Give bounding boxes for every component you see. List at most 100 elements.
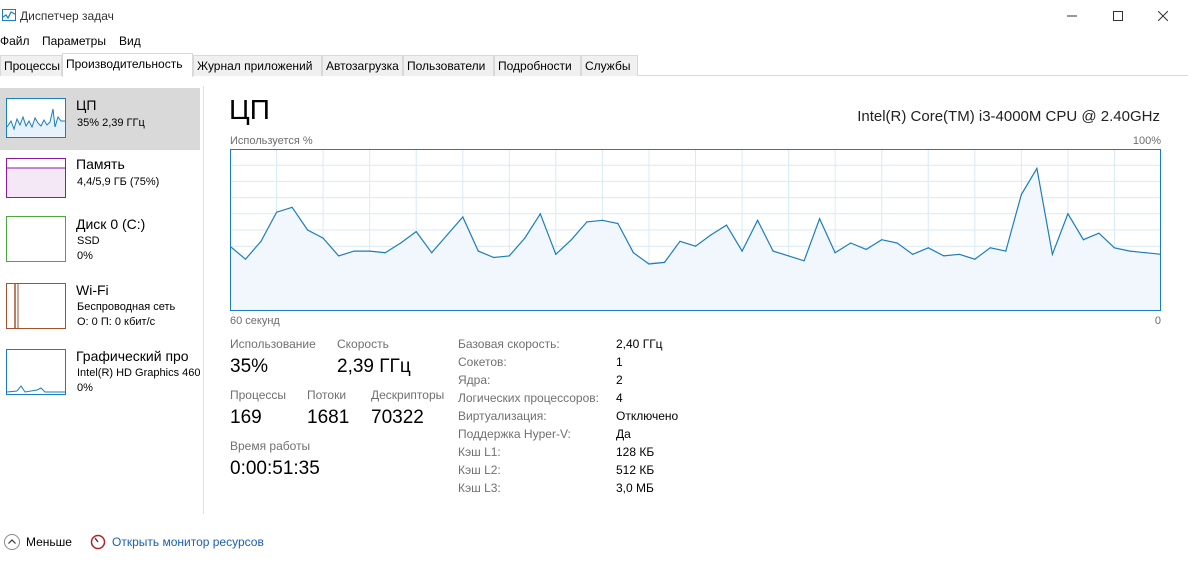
memory-thumbnail-graph — [6, 158, 66, 198]
cpu-usage-point — [338, 255, 340, 257]
chart-x-label: 60 секунд — [230, 315, 280, 327]
processes-value: 169 — [230, 407, 262, 428]
spec-label-sockets: Сокетов: — [458, 355, 507, 369]
cpu-usage-point — [1144, 252, 1147, 254]
tab-processes[interactable]: Процессы — [0, 55, 62, 76]
gpu-thumbnail-graph — [6, 349, 66, 395]
cpu-usage-point — [508, 255, 510, 257]
cpu-usage-point — [881, 239, 883, 241]
cpu-usage-point — [493, 256, 495, 259]
sidebar-item-gpu[interactable]: Графический про Intel(R) HD Graphics 460… — [0, 344, 203, 406]
cpu-usage-point — [679, 240, 681, 242]
sidebar-gpu-usage: 0% — [77, 382, 93, 394]
spec-label-l2-cache: Кэш L2: — [458, 463, 501, 477]
disk-thumbnail-graph — [6, 216, 66, 262]
fewer-details-button[interactable]: Меньше — [26, 535, 72, 549]
usage-label: Использование — [230, 337, 316, 351]
sidebar-item-disk[interactable]: Диск 0 (C:) SSD 0% — [0, 208, 203, 270]
cpu-usage-point — [1051, 253, 1053, 255]
tab-services[interactable]: Службы — [581, 55, 638, 76]
close-icon — [1158, 11, 1168, 21]
cpu-usage-point — [431, 252, 433, 254]
sidebar-item-memory[interactable]: Память 4,4/5,9 ГБ (75%) — [0, 148, 203, 210]
cpu-thumbnail-graph — [6, 98, 66, 138]
cpu-usage-point — [694, 245, 697, 247]
cpu-usage-point — [927, 247, 929, 249]
cpu-usage-point — [958, 253, 960, 255]
spec-label-l1-cache: Кэш L1: — [458, 445, 501, 459]
cpu-usage-point — [1036, 167, 1038, 169]
cpu-usage-point — [663, 261, 666, 263]
tab-bar: Процессы Производительность Журнал прило… — [0, 53, 1188, 77]
cpu-usage-point — [276, 211, 278, 213]
cpu-usage-point — [617, 222, 619, 225]
maximize-button[interactable] — [1095, 0, 1141, 32]
menu-file[interactable]: Файл — [0, 34, 30, 48]
cpu-usage-point — [648, 263, 650, 265]
threads-label: Потоки — [307, 388, 347, 402]
handles-value: 70322 — [371, 407, 424, 428]
sidebar-item-wifi[interactable]: Wi-Fi Беспроводная сеть О: 0 П: 0 кбит/с — [0, 278, 203, 340]
chevron-up-icon[interactable] — [4, 534, 20, 553]
cpu-usage-point — [788, 255, 790, 257]
cpu-usage-point — [865, 248, 867, 250]
cpu-usage-point — [710, 234, 712, 236]
sidebar-wifi-name: Wi-Fi — [76, 282, 109, 298]
cpu-usage-point — [462, 216, 464, 218]
sidebar-wifi-throughput: О: 0 П: 0 кбит/с — [77, 316, 156, 328]
cpu-usage-point — [1020, 193, 1023, 195]
spec-label-l3-cache: Кэш L3: — [458, 481, 501, 495]
handles-label: Дескрипторы — [371, 388, 445, 402]
cpu-usage-point — [1129, 250, 1131, 252]
cpu-usage-point — [803, 260, 805, 262]
cpu-usage-point — [850, 242, 852, 244]
menu-view[interactable]: Вид — [119, 34, 141, 48]
cpu-usage-point — [322, 237, 324, 239]
close-button[interactable] — [1140, 0, 1186, 32]
cpu-usage-point — [384, 252, 386, 254]
sidebar-disk-usage: 0% — [77, 250, 93, 262]
chart-x-end-label: 0 — [1154, 315, 1161, 327]
tab-details[interactable]: Подробности — [494, 55, 581, 76]
minimize-icon — [1067, 11, 1077, 21]
open-resource-monitor-link[interactable]: Открыть монитор ресурсов — [112, 535, 264, 549]
tab-performance[interactable]: Производительность — [62, 53, 193, 77]
window-title: Диспетчер задач — [20, 9, 114, 23]
cpu-usage-chart-svg — [229, 149, 1162, 311]
cpu-usage-point — [1005, 250, 1007, 252]
speed-label: Скорость — [337, 337, 389, 351]
cpu-usage-point — [1098, 232, 1100, 234]
sidebar-item-cpu[interactable]: ЦП 35% 2,39 ГГц — [0, 88, 200, 150]
spec-value-l3-cache: 3,0 МБ — [616, 481, 654, 495]
spec-value-l2-cache: 512 КБ — [616, 463, 655, 477]
title-bar[interactable]: Диспетчер задач — [0, 0, 1188, 32]
tab-users[interactable]: Пользователи — [403, 55, 494, 76]
minimize-button[interactable] — [1049, 0, 1095, 32]
cpu-usage-point — [570, 239, 572, 241]
tab-app-history[interactable]: Журнал приложений — [193, 55, 322, 76]
cpu-usage-point — [555, 253, 557, 255]
spec-value-sockets: 1 — [616, 355, 623, 369]
cpu-usage-point — [446, 234, 448, 236]
cpu-usage-point — [989, 247, 991, 249]
speed-value: 2,39 ГГц — [337, 356, 411, 377]
uptime-label: Время работы — [230, 439, 311, 453]
page-title: ЦП — [229, 94, 270, 125]
spec-label-hyper-v: Поддержка Hyper-V: — [458, 427, 571, 441]
spec-value-virtualization: Отключено — [616, 409, 679, 423]
resource-monitor-icon — [90, 534, 106, 553]
cpu-usage-point — [834, 252, 836, 254]
sidebar-memory-detail: 4,4/5,9 ГБ (75%) — [77, 176, 160, 188]
cpu-usage-point — [896, 242, 898, 244]
sidebar-disk-name: Диск 0 (C:) — [76, 216, 146, 232]
menu-options[interactable]: Параметры — [42, 34, 106, 48]
wifi-thumbnail-graph — [6, 283, 66, 329]
cpu-usage-point — [912, 253, 914, 255]
cpu-usage-point — [369, 250, 371, 252]
tab-startup[interactable]: Автозагрузка — [322, 55, 403, 76]
cpu-model-name: Intel(R) Core(TM) i3-4000M CPU @ 2.40GHz — [857, 108, 1160, 125]
task-manager-icon — [2, 9, 16, 21]
threads-value: 1681 — [307, 407, 350, 428]
cpu-usage-point — [725, 224, 728, 226]
cpu-usage-point — [1113, 247, 1115, 249]
